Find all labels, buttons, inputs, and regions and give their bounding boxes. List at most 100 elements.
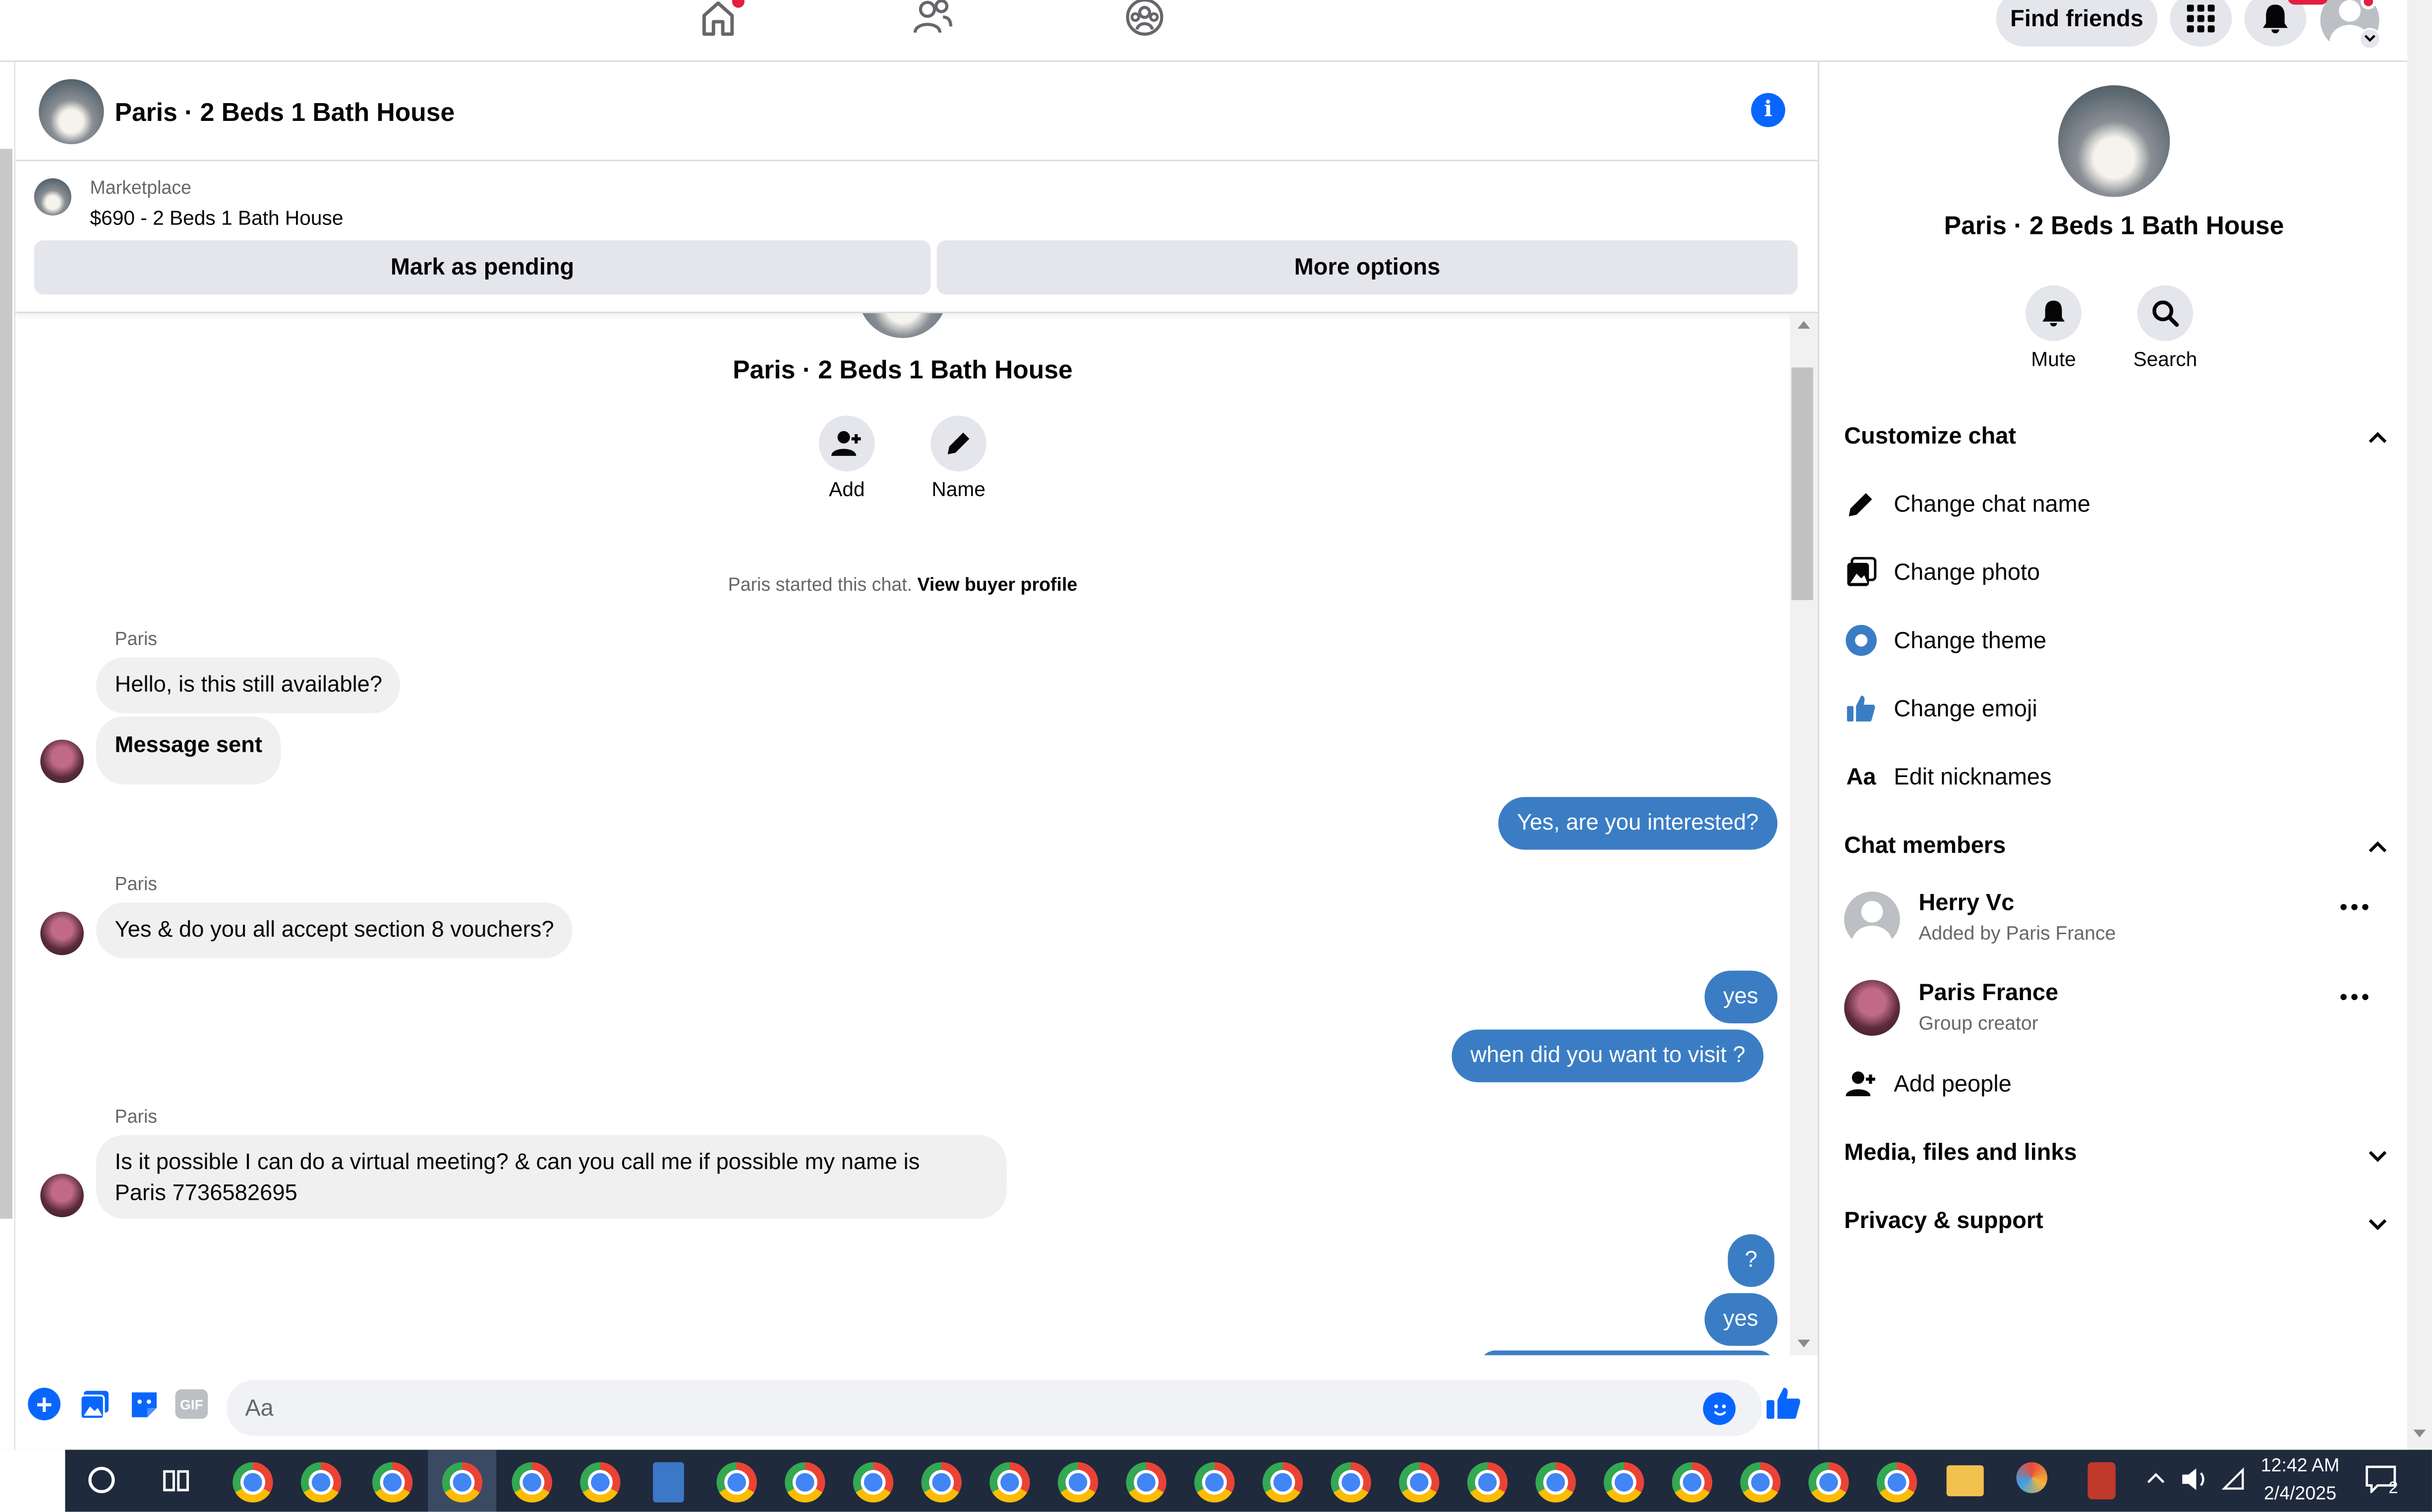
message-input[interactable]: Aa: [226, 1380, 1762, 1436]
message-bubble[interactable]: Message sent: [96, 716, 281, 785]
more-options-button[interactable]: More options: [936, 240, 1798, 295]
message-bubble[interactable]: Hello, is this still available?: [96, 657, 401, 714]
message-bubble[interactable]: Yes & do you all accept section 8 vouche…: [96, 902, 573, 958]
groups-icon[interactable]: [1123, 0, 1166, 37]
chrome-app-icon[interactable]: [1262, 1462, 1303, 1503]
chevron-down-icon[interactable]: [2359, 28, 2381, 50]
more-dots-icon[interactable]: [2340, 994, 2369, 1001]
scroll-thumb[interactable]: [1791, 367, 1813, 600]
chrome-app-icon[interactable]: [1740, 1462, 1781, 1503]
sender-avatar[interactable]: [40, 911, 84, 955]
message-bubble-me[interactable]: ?: [1728, 1234, 1775, 1287]
friends-icon[interactable]: [911, 0, 954, 37]
info-icon[interactable]: i: [1751, 93, 1786, 127]
paint-app-icon[interactable]: [2016, 1462, 2048, 1494]
panel-title: Paris · 2 Beds 1 Bath House: [1944, 212, 2284, 240]
notifications-bell-icon[interactable]: [2244, 0, 2307, 47]
chat-scrollbar[interactable]: [1790, 313, 1818, 1355]
chrome-app-icon[interactable]: [785, 1462, 825, 1503]
sticker-icon[interactable]: [127, 1388, 160, 1420]
add-people-item[interactable]: Add people: [1844, 1056, 2012, 1112]
chrome-app-icon[interactable]: [1604, 1462, 1644, 1503]
listing-thumbnail[interactable]: [34, 178, 71, 216]
chrome-app-icon[interactable]: [989, 1462, 1030, 1503]
chevron-down-icon: [2369, 1211, 2387, 1237]
message-bubble-me[interactable]: when did you want to visit ?: [1451, 1029, 1764, 1082]
chat-avatar[interactable]: [39, 79, 104, 144]
member-row[interactable]: Paris France Group creator: [1844, 978, 2387, 1053]
chrome-app-icon[interactable]: [1467, 1462, 1508, 1503]
view-buyer-profile-link[interactable]: View buyer profile: [918, 574, 1078, 596]
sender-avatar[interactable]: [40, 739, 84, 784]
more-dots-icon[interactable]: [2340, 904, 2369, 910]
scroll-up-icon[interactable]: [1797, 321, 1810, 329]
left-gutter: [0, 62, 16, 1450]
chrome-app-icon[interactable]: [372, 1462, 413, 1503]
chrome-app-icon[interactable]: [1672, 1462, 1713, 1503]
task-view-icon[interactable]: [160, 1464, 194, 1498]
clock-time[interactable]: 12:42 AM: [2257, 1455, 2343, 1476]
chrome-app-icon[interactable]: [1057, 1462, 1099, 1503]
message-bubble[interactable]: Is it possible I can do a virtual meetin…: [96, 1135, 1007, 1219]
message-bubble-me[interactable]: yes: [1704, 1293, 1777, 1346]
edit-nicknames-item[interactable]: Aa Edit nicknames: [1844, 749, 2052, 805]
message-bubble-me[interactable]: yes: [1704, 970, 1777, 1024]
gif-icon[interactable]: GIF: [175, 1389, 208, 1419]
menu-grid-icon[interactable]: [2170, 0, 2232, 47]
chevron-up-icon[interactable]: [2145, 1467, 2167, 1489]
member-row[interactable]: Herry Vc Added by Paris France: [1844, 889, 2387, 963]
privacy-support-section[interactable]: Privacy & support: [1844, 1192, 2387, 1248]
clock-date[interactable]: 2/4/2025: [2257, 1482, 2343, 1504]
change-photo-item[interactable]: Change photo: [1844, 544, 2040, 600]
chrome-app-icon[interactable]: [300, 1462, 342, 1503]
emoji-icon[interactable]: [1703, 1392, 1736, 1425]
add-person-icon[interactable]: [819, 415, 875, 472]
chrome-app-icon[interactable]: [442, 1462, 483, 1503]
search-icon[interactable]: [2137, 285, 2194, 341]
find-friends-button[interactable]: Find friends: [1996, 0, 2158, 47]
wifi-icon[interactable]: [2219, 1465, 2247, 1493]
chrome-app-icon[interactable]: [1194, 1462, 1235, 1503]
chrome-app-icon[interactable]: [1535, 1462, 1576, 1503]
chrome-app-icon[interactable]: [921, 1462, 962, 1503]
taskbar-corner: [0, 1450, 65, 1512]
chrome-app-icon[interactable]: [512, 1462, 552, 1503]
chrome-app-icon[interactable]: [232, 1462, 273, 1503]
chrome-app-icon[interactable]: [853, 1462, 894, 1503]
scroll-down-icon[interactable]: [1797, 1340, 1810, 1347]
scroll-down-icon[interactable]: [2413, 1429, 2426, 1438]
media-files-section[interactable]: Media, files and links: [1844, 1124, 2387, 1180]
chrome-app-icon[interactable]: [716, 1462, 757, 1503]
calculator-icon[interactable]: [653, 1462, 684, 1503]
change-emoji-item[interactable]: Change emoji: [1844, 681, 2037, 737]
like-thumb-icon[interactable]: [1765, 1383, 1802, 1423]
plus-icon[interactable]: +: [28, 1388, 61, 1420]
chrome-app-icon[interactable]: [1126, 1462, 1166, 1503]
listing-title[interactable]: $690 - 2 Beds 1 Bath House: [90, 206, 343, 229]
sender-avatar[interactable]: [40, 1174, 84, 1218]
chevron-down-icon: [2369, 1143, 2387, 1169]
chrome-app-icon[interactable]: [1876, 1462, 1917, 1503]
chat-title[interactable]: Paris · 2 Beds 1 Bath House: [115, 99, 455, 128]
change-theme-item[interactable]: Change theme: [1844, 613, 2046, 669]
chrome-app-icon[interactable]: [1399, 1462, 1440, 1503]
chevron-up-icon: [2369, 833, 2387, 859]
change-chat-name-item[interactable]: Change chat name: [1844, 476, 2090, 532]
customize-chat-section[interactable]: Customize chat: [1844, 408, 2387, 464]
chrome-app-icon[interactable]: [580, 1462, 621, 1503]
snipping-tool-icon[interactable]: [2087, 1462, 2116, 1500]
search-circle-icon[interactable]: [88, 1466, 115, 1494]
pencil-icon[interactable]: [930, 415, 986, 472]
panel-avatar[interactable]: [2058, 85, 2170, 197]
mute-bell-icon[interactable]: [2026, 285, 2082, 341]
message-bubble-me[interactable]: Yes, are you interested?: [1498, 797, 1778, 850]
chat-members-section[interactable]: Chat members: [1844, 817, 2387, 873]
window-scrollbar[interactable]: [2407, 0, 2432, 1450]
volume-icon[interactable]: [2179, 1465, 2210, 1493]
photo-icon[interactable]: [77, 1388, 110, 1420]
mark-as-pending-button[interactable]: Mark as pending: [34, 240, 931, 295]
message-line: Paris 7736582695: [115, 1181, 297, 1207]
chrome-app-icon[interactable]: [1808, 1462, 1849, 1503]
folder-icon[interactable]: [1946, 1465, 1984, 1497]
chrome-app-icon[interactable]: [1331, 1462, 1371, 1503]
